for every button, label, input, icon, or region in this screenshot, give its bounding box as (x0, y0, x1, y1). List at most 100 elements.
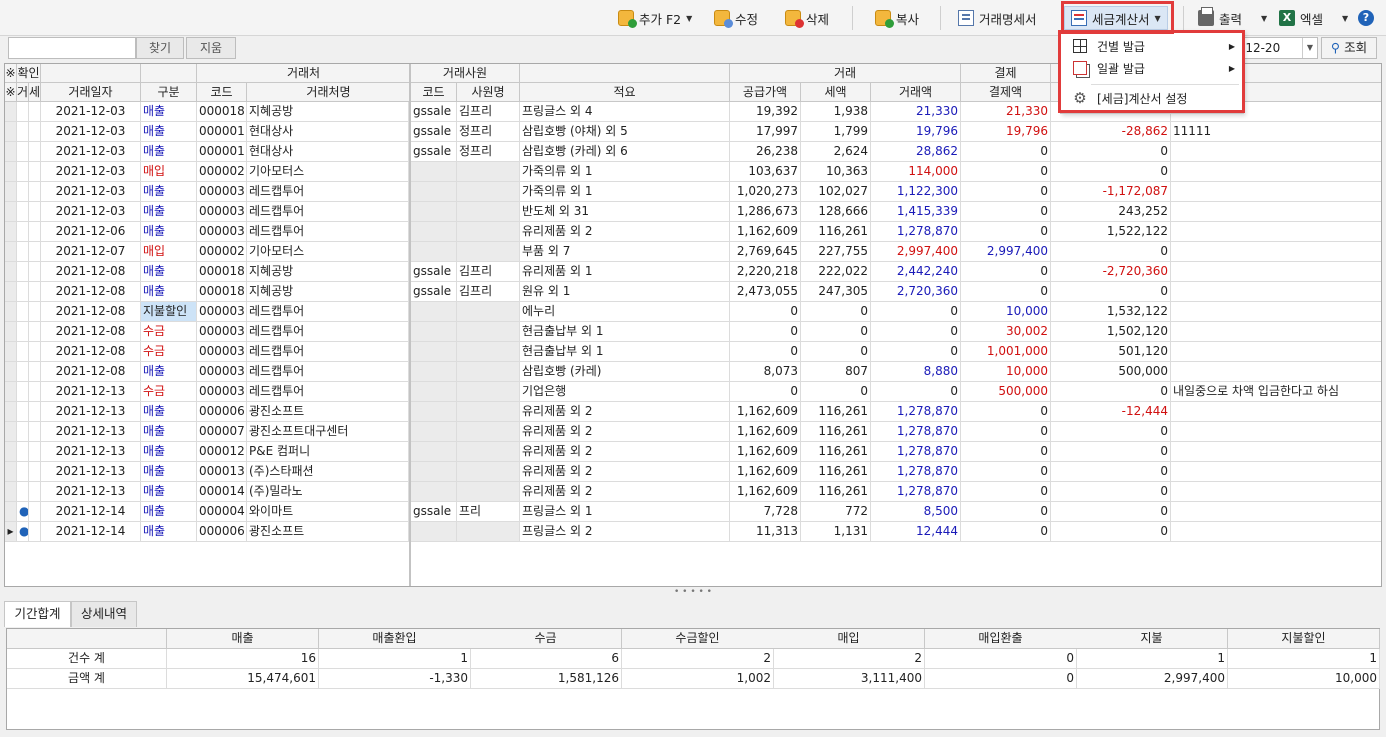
cell-note[interactable] (1171, 322, 1381, 342)
cell-sn[interactable] (457, 182, 520, 202)
cell-g[interactable] (17, 302, 29, 322)
cell-memo[interactable]: 현금출납부 외 1 (520, 322, 730, 342)
cell-code[interactable]: 000003 (197, 182, 247, 202)
cell-note[interactable] (1171, 202, 1381, 222)
cell-code[interactable]: 000013 (197, 462, 247, 482)
cell-code[interactable]: 000018 (197, 102, 247, 122)
cell-supply[interactable]: 19,392 (730, 102, 801, 122)
cell-s[interactable] (29, 262, 41, 282)
cell-memo[interactable]: 유리제품 외 2 (520, 462, 730, 482)
cell-sc[interactable] (411, 422, 457, 442)
cell-supply[interactable]: 1,162,609 (730, 422, 801, 442)
cell-tax[interactable]: 772 (801, 502, 871, 522)
cell-name[interactable]: 레드캡투어 (247, 182, 409, 202)
cell-g[interactable] (17, 102, 29, 122)
cell-s[interactable] (29, 422, 41, 442)
cell-sc[interactable] (411, 362, 457, 382)
cell-code[interactable]: 000001 (197, 122, 247, 142)
clear-button[interactable]: 지움 (186, 37, 236, 59)
cell-supply[interactable]: 1,162,609 (730, 462, 801, 482)
cell-s[interactable] (29, 182, 41, 202)
cell-amt[interactable]: 1,278,870 (871, 482, 961, 502)
cell-date[interactable]: 2021-12-08 (41, 342, 141, 362)
cell-date[interactable]: 2021-12-08 (41, 262, 141, 282)
cell-bal[interactable]: 501,120 (1051, 342, 1171, 362)
cell-g[interactable] (17, 222, 29, 242)
cell-name[interactable]: 레드캡투어 (247, 202, 409, 222)
cell-s[interactable] (29, 202, 41, 222)
cell-tax[interactable]: 128,666 (801, 202, 871, 222)
cell-date[interactable]: 2021-12-13 (41, 422, 141, 442)
cell-supply[interactable]: 2,473,055 (730, 282, 801, 302)
cell-supply[interactable]: 17,997 (730, 122, 801, 142)
cell-g[interactable] (17, 462, 29, 482)
cell-sc[interactable] (411, 242, 457, 262)
cell-date[interactable]: 2021-12-13 (41, 402, 141, 422)
cell-memo[interactable]: 프링글스 외 1 (520, 502, 730, 522)
cell-name[interactable]: 기아모터스 (247, 162, 409, 182)
cell-date[interactable]: 2021-12-13 (41, 462, 141, 482)
cell-sn[interactable] (457, 222, 520, 242)
cell-sc[interactable] (411, 442, 457, 462)
cell-amt[interactable]: 0 (871, 322, 961, 342)
cell-sc[interactable] (411, 322, 457, 342)
column-header-settle-amount[interactable]: 결제액 (961, 83, 1051, 102)
cell-amt[interactable]: 12,444 (871, 522, 961, 542)
cell-tax[interactable]: 116,261 (801, 462, 871, 482)
cell-tax[interactable]: 222,022 (801, 262, 871, 282)
column-header-supply[interactable]: 공급가액 (730, 83, 801, 102)
cell-s[interactable] (29, 402, 41, 422)
cell-date[interactable]: 2021-12-03 (41, 182, 141, 202)
column-header-staff-name[interactable]: 사원명 (457, 83, 520, 102)
cell-code[interactable]: 000002 (197, 162, 247, 182)
cell-note[interactable] (1171, 402, 1381, 422)
cell-note[interactable]: 내일중으로 차액 입금한다고 하심 (1171, 382, 1381, 402)
cell-memo[interactable]: 삼립호빵 (야채) 외 5 (520, 122, 730, 142)
cell-code[interactable]: 000006 (197, 522, 247, 542)
cell-supply[interactable]: 1,020,273 (730, 182, 801, 202)
cell-sc[interactable] (411, 402, 457, 422)
cell-g[interactable] (17, 442, 29, 462)
pane-splitter[interactable]: • • • • • (0, 587, 1386, 600)
cell-sn[interactable]: 정프리 (457, 142, 520, 162)
cell-tax[interactable]: 10,363 (801, 162, 871, 182)
cell-note[interactable] (1171, 502, 1381, 522)
cell-sn[interactable] (457, 422, 520, 442)
date-to-field[interactable]: -12-20 ▼ (1238, 37, 1318, 59)
copy-button[interactable]: 복사 (875, 5, 919, 31)
cell-note[interactable] (1171, 182, 1381, 202)
cell-date[interactable]: 2021-12-03 (41, 142, 141, 162)
add-button[interactable]: 추가 F2 ▼ (618, 5, 692, 31)
cell-settle[interactable]: 10,000 (961, 302, 1051, 322)
cell-g[interactable] (17, 322, 29, 342)
cell-s[interactable] (29, 482, 41, 502)
cell-memo[interactable]: 현금출납부 외 1 (520, 342, 730, 362)
column-header-type[interactable]: 구분 (141, 83, 197, 102)
cell-note[interactable] (1171, 482, 1381, 502)
column-header-mark2[interactable]: ※ (5, 83, 17, 102)
cell-sc[interactable]: gssale (411, 122, 457, 142)
cell-amt[interactable]: 1,278,870 (871, 422, 961, 442)
cell-tax[interactable]: 0 (801, 382, 871, 402)
print-button[interactable]: 출력 ▼ (1198, 5, 1267, 31)
cell-note[interactable] (1171, 422, 1381, 442)
cell-amt[interactable]: 1,278,870 (871, 442, 961, 462)
cell-amt[interactable]: 0 (871, 382, 961, 402)
cell-code[interactable]: 000007 (197, 422, 247, 442)
cell-code[interactable]: 000002 (197, 242, 247, 262)
cell-sn[interactable] (457, 462, 520, 482)
cell-type[interactable]: 매출 (141, 462, 197, 482)
cell-date[interactable]: 2021-12-13 (41, 482, 141, 502)
cell-sc[interactable] (411, 162, 457, 182)
tab-period-total[interactable]: 기간합계 (4, 601, 71, 627)
cell-amt[interactable]: 8,500 (871, 502, 961, 522)
cell-supply[interactable]: 1,162,609 (730, 402, 801, 422)
column-header-date[interactable]: 거래일자 (41, 83, 141, 102)
cell-memo[interactable]: 기업은행 (520, 382, 730, 402)
cell-type[interactable]: 매출 (141, 482, 197, 502)
cell-g[interactable]: ● (17, 522, 29, 542)
cell-code[interactable]: 000003 (197, 362, 247, 382)
cell-g[interactable] (17, 262, 29, 282)
cell-bal[interactable]: 0 (1051, 502, 1171, 522)
cell-tax[interactable]: 2,624 (801, 142, 871, 162)
